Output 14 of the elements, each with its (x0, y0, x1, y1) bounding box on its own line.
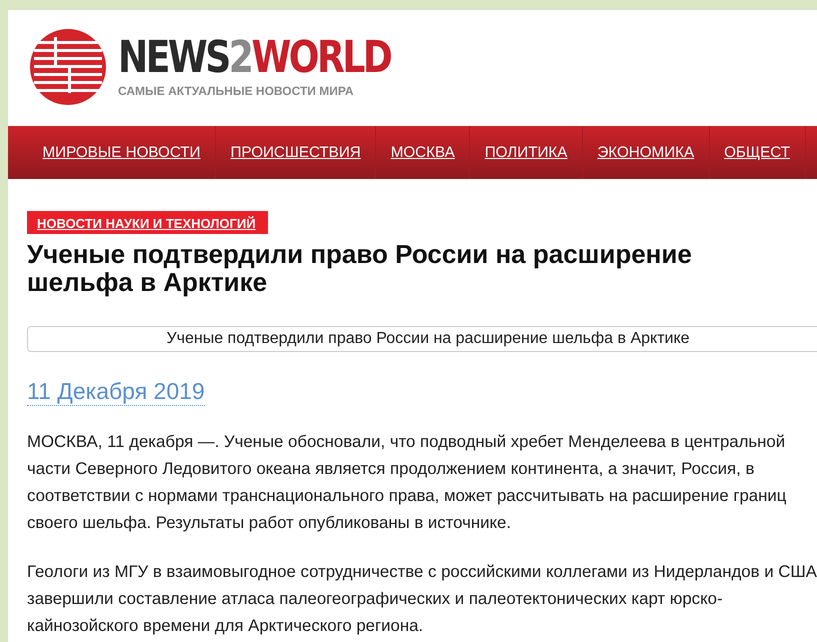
site-tagline: САМЫЕ АКТУАЛЬНЫЕ НОВОСТИ МИРА (118, 84, 354, 98)
article-title: Ученые подтвердили право России на расширение шельфа в Арктике (27, 240, 693, 296)
category-tag[interactable]: НОВОСТИ НАУКИ И ТЕХНОЛОГИЙ (27, 211, 268, 234)
nav-link[interactable]: МИРОВЫЕ НОВОСТИ (28, 126, 216, 179)
nav-link[interactable]: ЭКОНОМИКА (582, 126, 710, 179)
nav-link[interactable]: ОБЩЕСТ (710, 126, 806, 179)
globe-logo-icon (28, 26, 108, 106)
nav-link[interactable]: МОСКВА (376, 126, 470, 179)
article-paragraph: Геологи из МГУ в взаимовыгодное сотрудничестве с российскими коллегами из Нидерландов и США завершили составление атласа палеогеографических и палеотектонических карт юрско-кайнозойского времени для Арктического региона. (27, 561, 817, 637)
image-caption: Ученые подтвердили право России на расширение шельфа в Арктике (27, 326, 817, 352)
nav-link[interactable]: ПОЛИТИКА (470, 126, 583, 179)
site-logo-text[interactable]: NEWS2WORLD (118, 36, 390, 80)
article-paragraph: МОСКВА, 11 декабря —. Ученые обосновали, что подводный хребет Менделеева в центральной части Северного Ледовитого океана является продолжением континента, а значит, Россия, в соответствии с нормами транснационального права, может рассчитывать на расширение границ своего шельфа. Результаты работ опубликованы в источнике. (27, 431, 788, 534)
nav-link[interactable]: ПРОИСШЕСТВИЯ (216, 126, 376, 179)
